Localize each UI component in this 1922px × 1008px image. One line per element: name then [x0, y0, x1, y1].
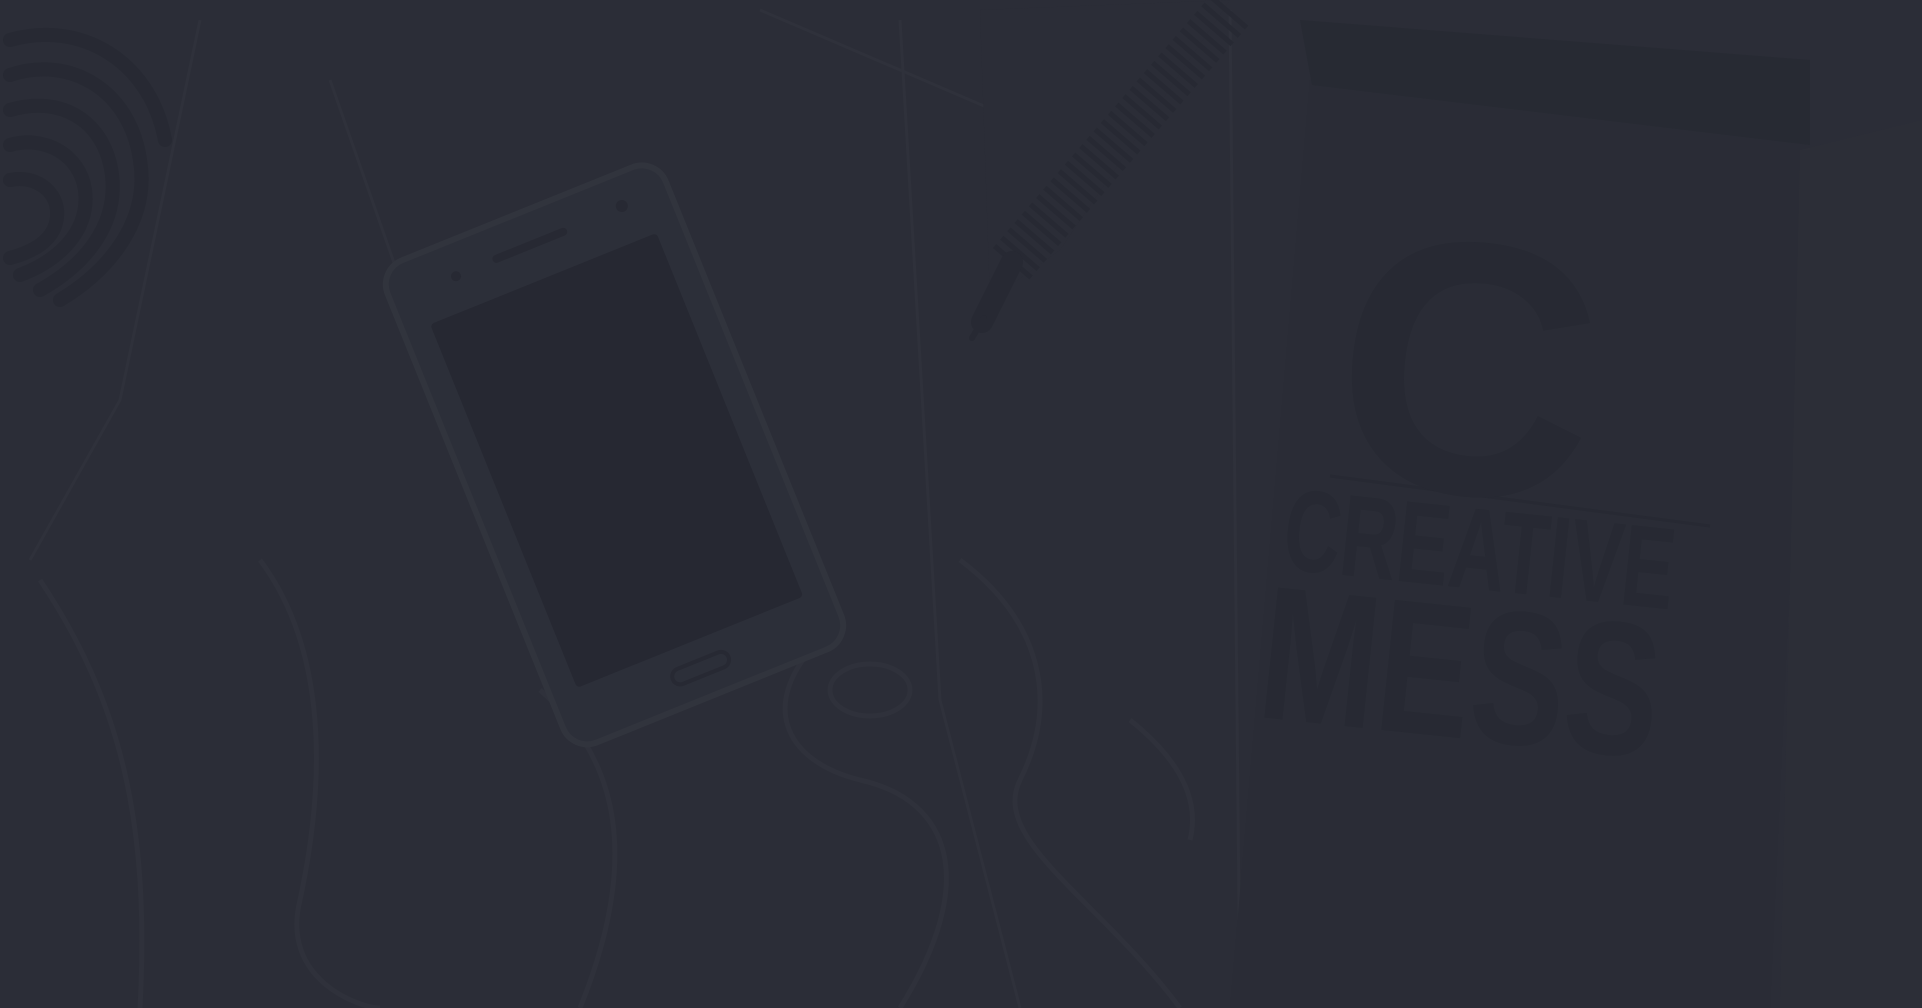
desk-scene: C CREATIVE MESS: [0, 0, 1922, 1008]
desk-background: C CREATIVE MESS: [0, 0, 1922, 1008]
dark-overlay: [0, 0, 1922, 1008]
